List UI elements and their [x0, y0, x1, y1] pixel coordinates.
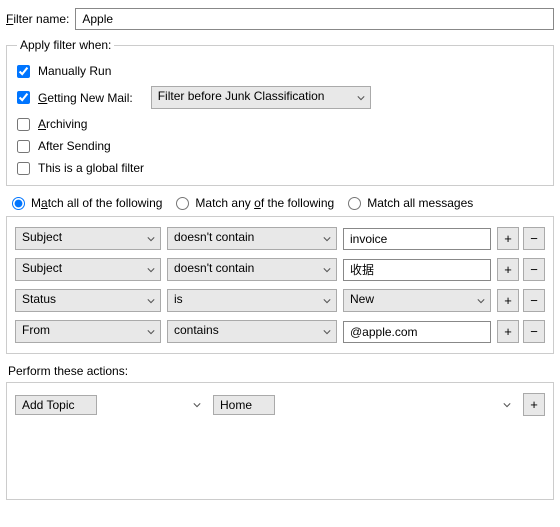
criteria-op-select[interactable]: doesn't contain [167, 258, 337, 281]
manual-run-checkbox[interactable] [17, 65, 30, 78]
criteria-row: From contains +− [15, 320, 545, 343]
actions-list: Add Topic Home + [6, 382, 554, 500]
getting-mail-checkbox[interactable] [17, 91, 30, 104]
manual-run-label: Manually Run [38, 64, 111, 78]
archiving-checkbox[interactable] [17, 118, 30, 131]
junk-timing-select[interactable]: Filter before Junk Classification [151, 86, 371, 109]
add-criterion-button[interactable]: + [497, 289, 519, 312]
action-type-select[interactable]: Add Topic [15, 395, 97, 415]
match-any-label: Match any of the following [195, 196, 334, 210]
apply-filter-group: Apply filter when: Manually Run Getting … [6, 38, 554, 186]
criteria-op-select[interactable]: doesn't contain [167, 227, 337, 250]
action-value-select[interactable]: Home [213, 395, 275, 415]
criteria-op-select[interactable]: contains [167, 320, 337, 343]
perform-actions-label: Perform these actions: [8, 364, 554, 378]
match-all-radio[interactable] [12, 197, 25, 210]
remove-criterion-button[interactable]: − [523, 289, 545, 312]
chevron-down-icon [193, 401, 201, 409]
match-all-label: Match all of the following [31, 196, 162, 210]
remove-criterion-button[interactable]: − [523, 258, 545, 281]
criteria-field-select[interactable]: From [15, 320, 161, 343]
match-allmsg-radio[interactable] [348, 197, 361, 210]
chevron-down-icon [503, 401, 511, 409]
add-action-button[interactable]: + [523, 393, 545, 416]
filter-name-input[interactable] [75, 8, 554, 30]
add-criterion-button[interactable]: + [497, 258, 519, 281]
filter-name-label: Filter name: [6, 12, 69, 26]
add-criterion-button[interactable]: + [497, 227, 519, 250]
getting-mail-label: Getting New Mail: [38, 91, 133, 105]
remove-criterion-button[interactable]: − [523, 227, 545, 250]
action-row: Add Topic Home + [15, 393, 545, 416]
criteria-op-select[interactable]: is [167, 289, 337, 312]
criteria-value-input[interactable] [343, 228, 491, 250]
after-sending-checkbox[interactable] [17, 140, 30, 153]
match-any-radio[interactable] [176, 197, 189, 210]
criteria-field-select[interactable]: Subject [15, 227, 161, 250]
criteria-field-select[interactable]: Subject [15, 258, 161, 281]
criteria-value-input[interactable] [343, 259, 491, 281]
after-sending-label: After Sending [38, 139, 111, 153]
remove-criterion-button[interactable]: − [523, 320, 545, 343]
criteria-row: Subject doesn't contain +− [15, 227, 545, 250]
add-criterion-button[interactable]: + [497, 320, 519, 343]
archiving-label: Archiving [38, 117, 87, 131]
global-filter-label: This is a global filter [38, 161, 144, 175]
criteria-value-select[interactable]: New [343, 289, 491, 312]
match-mode-group: Match all of the following Match any of … [12, 196, 554, 210]
apply-filter-legend: Apply filter when: [17, 38, 114, 52]
criteria-row: Status is New +− [15, 289, 545, 312]
criteria-list: Subjectdoesn't contain+−Subjectdoesn't c… [6, 216, 554, 354]
criteria-row: Subject doesn't contain +− [15, 258, 545, 281]
criteria-value-input[interactable] [343, 321, 491, 343]
global-filter-checkbox[interactable] [17, 162, 30, 175]
criteria-field-select[interactable]: Status [15, 289, 161, 312]
match-allmsg-label: Match all messages [367, 196, 473, 210]
